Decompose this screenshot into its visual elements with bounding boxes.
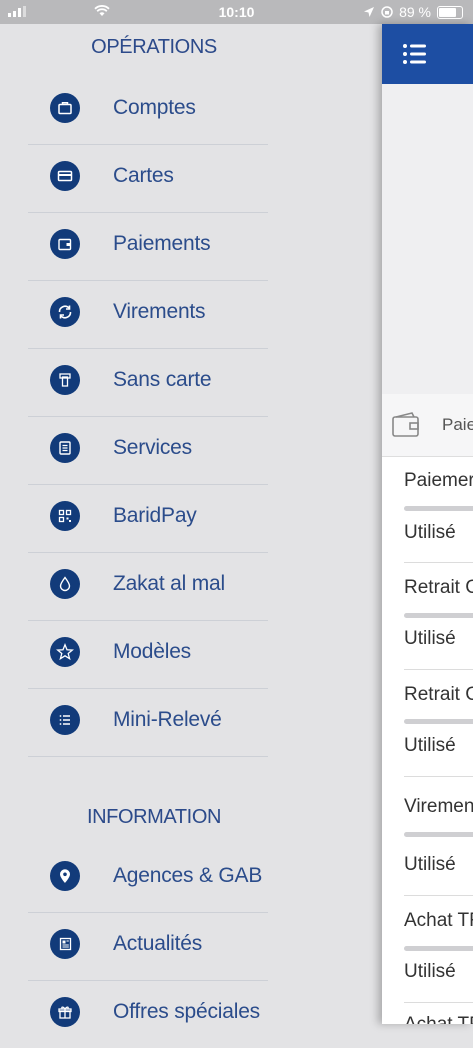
- menu-item-label: Mini-Relevé: [113, 708, 222, 731]
- limit-used-label: Utilisé: [404, 628, 456, 649]
- briefcase-icon: [50, 93, 80, 123]
- main-panel: Paie Paiemer Utilisé Retrait G Utilisé R…: [382, 24, 473, 1024]
- menu-item-zakat[interactable]: Zakat al mal: [28, 552, 268, 621]
- limit-title: Retrait G: [404, 684, 473, 705]
- menu-item-offres-speciales[interactable]: Offres spéciales: [28, 980, 268, 1048]
- location-pin-icon: [50, 861, 80, 891]
- location-arrow-icon: [364, 7, 375, 17]
- menu-item-label: Sans carte: [113, 368, 212, 391]
- payments-row-label: Paie: [442, 415, 473, 434]
- battery-icon: [437, 5, 463, 19]
- menu-item-label: Modèles: [113, 640, 191, 663]
- menu-item-modeles[interactable]: Modèles: [28, 620, 268, 689]
- top-app-bar: [382, 24, 473, 84]
- section-title-information: INFORMATION: [86, 806, 222, 828]
- limit-progress-bar: [404, 506, 473, 511]
- newspaper-icon: [50, 929, 80, 959]
- wallet-icon: [392, 412, 419, 437]
- divider: [404, 895, 473, 896]
- divider: [404, 669, 473, 670]
- divider: [404, 776, 473, 777]
- cash-withdraw-icon: [50, 365, 80, 395]
- menu-item-label: Paiements: [113, 232, 211, 255]
- menu-item-label: Cartes: [113, 164, 174, 187]
- menu-item-label: Services: [113, 436, 192, 459]
- divider: [404, 1002, 473, 1003]
- document-icon: [50, 433, 80, 463]
- menu-item-virements[interactable]: Virements: [28, 280, 268, 349]
- credit-card-icon: [50, 161, 80, 191]
- menu-item-sans-carte[interactable]: Sans carte: [28, 348, 268, 417]
- menu-item-label: BaridPay: [113, 504, 197, 527]
- payments-row[interactable]: Paie: [382, 394, 473, 457]
- limit-title: Achat TF: [404, 910, 473, 931]
- menu-item-label: Offres spéciales: [113, 1000, 260, 1023]
- star-icon: [50, 637, 80, 667]
- qr-code-icon: [50, 501, 80, 531]
- limit-used-label: Utilisé: [404, 854, 456, 875]
- menu-item-label: Actualités: [113, 932, 203, 955]
- limit-used-label: Utilisé: [404, 735, 456, 756]
- limit-progress-bar: [404, 946, 473, 951]
- gift-icon: [50, 997, 80, 1027]
- battery-percent: 89 %: [399, 4, 431, 20]
- orientation-lock-icon: [381, 6, 393, 18]
- limit-used-label: Utilisé: [404, 522, 456, 543]
- limit-used-label: Utilisé: [404, 961, 456, 982]
- menu-item-label: Zakat al mal: [113, 572, 225, 595]
- wallet-icon: [50, 229, 80, 259]
- status-bar: 10:10 89 %: [0, 0, 473, 24]
- limit-title: Achat TP: [404, 1014, 473, 1024]
- section-title-operations: OPÉRATIONS: [91, 36, 217, 58]
- menu-item-comptes[interactable]: Comptes: [28, 76, 268, 145]
- menu-item-services[interactable]: Services: [28, 416, 268, 485]
- limit-progress-bar: [404, 832, 473, 837]
- menu-item-label: Virements: [113, 300, 206, 323]
- limit-progress-bar: [404, 719, 473, 724]
- list-icon: [50, 705, 80, 735]
- drop-icon: [50, 569, 80, 599]
- menu-list-icon[interactable]: [402, 42, 428, 66]
- limit-title: Retrait G: [404, 577, 473, 598]
- menu-item-cartes[interactable]: Cartes: [28, 144, 268, 213]
- menu-item-paiements[interactable]: Paiements: [28, 212, 268, 281]
- limit-title: Paiemer: [404, 470, 473, 491]
- menu-item-label: Comptes: [113, 96, 196, 119]
- limit-progress-bar: [404, 613, 473, 618]
- card-area: [382, 84, 473, 394]
- side-drawer: OPÉRATIONS Comptes Cartes Paiements Vire…: [0, 24, 382, 1027]
- menu-item-agences-gab[interactable]: Agences & GAB: [28, 844, 268, 913]
- divider: [404, 562, 473, 563]
- menu-item-actualites[interactable]: Actualités: [28, 912, 268, 981]
- menu-item-baridpay[interactable]: BaridPay: [28, 484, 268, 553]
- menu-item-label: Agences & GAB: [113, 864, 263, 887]
- transfer-arrows-icon: [50, 297, 80, 327]
- menu-item-mini-releve[interactable]: Mini-Relevé: [28, 688, 268, 757]
- limit-title: Virement: [404, 796, 473, 817]
